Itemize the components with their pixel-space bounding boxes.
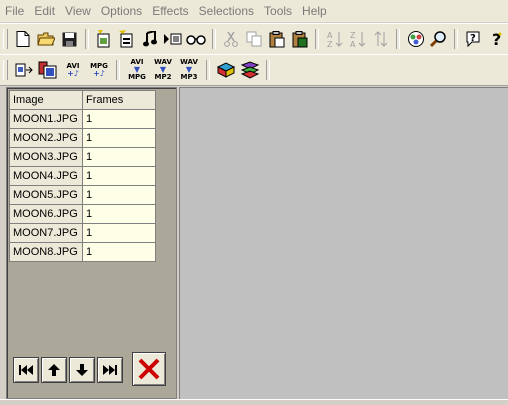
menu-view[interactable]: View	[60, 0, 96, 22]
table-row[interactable]: MOON6.JPG 1	[9, 204, 156, 224]
copy-icon[interactable]	[244, 28, 265, 50]
wav-to-mp2-button[interactable]: WAV ▼ MP2	[151, 59, 175, 81]
table-row[interactable]: MOON2.JPG 1	[9, 128, 156, 148]
toolbar-grip[interactable]	[3, 60, 8, 80]
paste-icon[interactable]	[267, 28, 288, 50]
image-cell[interactable]: MOON5.JPG	[9, 185, 83, 205]
table-header-row: Image Frames	[9, 90, 156, 110]
toolbar-separator	[454, 29, 459, 49]
frames-cell[interactable]: 1	[82, 147, 156, 167]
image-cell[interactable]: MOON3.JPG	[9, 147, 83, 167]
image-cell[interactable]: MOON8.JPG	[9, 242, 83, 262]
table-row[interactable]: MOON1.JPG 1	[9, 109, 156, 129]
mp3-label: MP3	[180, 73, 198, 81]
table-row[interactable]: MOON3.JPG 1	[9, 147, 156, 167]
import-video-icon[interactable]	[37, 59, 59, 81]
svg-text:A: A	[327, 31, 333, 40]
table-row[interactable]: MOON4.JPG 1	[9, 166, 156, 186]
frames-cell[interactable]: 1	[82, 128, 156, 148]
svg-text:Z: Z	[327, 40, 333, 48]
add-audio-label: +♪	[93, 68, 105, 78]
toolbar-separator	[266, 60, 270, 80]
help-icon[interactable]: ?	[486, 28, 507, 50]
image-cell[interactable]: MOON2.JPG	[9, 128, 83, 148]
toolbar-grip[interactable]	[3, 29, 8, 49]
image-cell[interactable]: MOON7.JPG	[9, 223, 83, 243]
svg-text:?: ?	[470, 33, 476, 44]
table-row[interactable]: MOON7.JPG 1	[9, 223, 156, 243]
menu-selections[interactable]: Selections	[194, 0, 259, 22]
wav-to-mp3-button[interactable]: WAV ▼ MP3	[177, 59, 201, 81]
add-image-icon[interactable]	[94, 28, 115, 50]
table-row[interactable]: MOON8.JPG 1	[9, 242, 156, 262]
image-cell[interactable]: MOON6.JPG	[9, 204, 83, 224]
context-help-icon[interactable]: ?	[463, 28, 484, 50]
frames-cell[interactable]: 1	[82, 166, 156, 186]
cut-icon[interactable]	[221, 28, 242, 50]
table-row[interactable]: MOON5.JPG 1	[9, 185, 156, 205]
avi-add-audio-button[interactable]: AVI +♪	[61, 59, 85, 81]
sort-ascending-icon[interactable]: AZ	[324, 28, 345, 50]
sort-descending-icon[interactable]: ZA	[347, 28, 368, 50]
frames-cell[interactable]: 1	[82, 242, 156, 262]
music-note-icon[interactable]	[140, 28, 161, 50]
toolbar-separator	[116, 60, 120, 80]
mp2-label: MP2	[154, 73, 172, 81]
preview-glasses-icon[interactable]	[186, 28, 207, 50]
menu-tools[interactable]: Tools	[259, 0, 297, 22]
menu-edit[interactable]: Edit	[29, 0, 60, 22]
frames-cell[interactable]: 1	[82, 204, 156, 224]
add-folder-images-icon[interactable]	[117, 28, 138, 50]
secondary-toolbar: AVI +♪ MPG +♪ AVI ▼ MPG WAV ▼ MP2 WAV ▼ …	[0, 54, 508, 86]
svg-text:Z: Z	[350, 31, 356, 40]
menu-options[interactable]: Options	[96, 0, 147, 22]
burn-cd-icon[interactable]	[215, 59, 237, 81]
save-icon[interactable]	[59, 28, 80, 50]
move-to-bottom-icon	[103, 365, 117, 375]
add-audio-label: +♪	[67, 68, 79, 78]
menu-help[interactable]: Help	[297, 0, 332, 22]
delete-x-icon	[138, 358, 160, 380]
video-clip-icon[interactable]	[163, 28, 184, 50]
move-to-top-button[interactable]	[13, 357, 39, 383]
mpg-add-audio-button[interactable]: MPG +♪	[87, 59, 111, 81]
menu-effects[interactable]: Effects	[147, 0, 193, 22]
image-frames-table: Image Frames MOON1.JPG 1 MOON2.JPG 1 MOO…	[9, 90, 156, 262]
menu-bar: File Edit View Options Effects Selection…	[0, 0, 508, 22]
new-file-icon[interactable]	[13, 28, 34, 50]
arrow-up-icon	[48, 364, 60, 376]
move-down-button[interactable]	[69, 357, 95, 383]
svg-text:A: A	[350, 40, 356, 48]
toolbar-separator	[84, 29, 89, 49]
frames-cell[interactable]: 1	[82, 223, 156, 243]
toolbar-separator	[211, 29, 216, 49]
image-cell[interactable]: MOON4.JPG	[9, 166, 83, 186]
menu-file[interactable]: File	[0, 0, 29, 22]
avi-to-mpg-button[interactable]: AVI ▼ MPG	[125, 59, 149, 81]
image-edit-icon[interactable]	[405, 28, 426, 50]
burn-dvd-icon[interactable]	[239, 59, 261, 81]
main-toolbar: AZ ZA ? ?	[0, 23, 508, 55]
column-header-frames[interactable]: Frames	[82, 90, 156, 110]
delete-button[interactable]	[132, 352, 166, 386]
move-to-bottom-button[interactable]	[97, 357, 123, 383]
zoom-magnifier-icon[interactable]	[428, 28, 449, 50]
column-header-image[interactable]: Image	[9, 90, 83, 110]
status-bar	[0, 399, 508, 405]
move-to-top-icon	[19, 365, 33, 375]
preview-area[interactable]	[179, 87, 508, 400]
export-frames-icon[interactable]	[13, 59, 35, 81]
toolbar-separator	[206, 60, 210, 80]
mpg-label: MPG	[128, 73, 146, 81]
toolbar-separator	[396, 29, 401, 49]
image-cell[interactable]: MOON1.JPG	[9, 109, 83, 129]
move-up-button[interactable]	[41, 357, 67, 383]
reverse-order-icon[interactable]	[370, 28, 391, 50]
paste-special-icon[interactable]	[290, 28, 311, 50]
frames-cell[interactable]: 1	[82, 185, 156, 205]
arrow-down-icon	[76, 364, 88, 376]
frames-cell[interactable]: 1	[82, 109, 156, 129]
toolbar-separator	[315, 29, 320, 49]
open-folder-icon[interactable]	[36, 28, 57, 50]
